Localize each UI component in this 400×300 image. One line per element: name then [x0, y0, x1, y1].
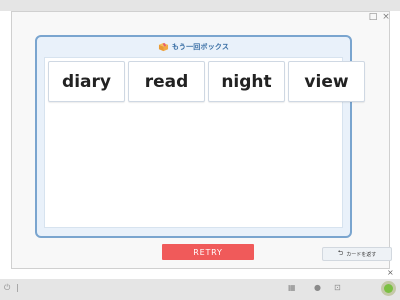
return-cards-button[interactable]: ⮌ カードを返す [322, 247, 392, 261]
word-card-text: diary [62, 71, 111, 92]
return-cards-label: カードを返す [346, 251, 377, 258]
box-icon [158, 42, 168, 52]
word-card[interactable]: night [208, 61, 285, 102]
card-area: diary read night view [44, 57, 365, 228]
retry-button[interactable]: RETRY [162, 244, 254, 260]
status-badge[interactable] [381, 281, 396, 296]
word-card-text: night [221, 71, 272, 92]
screenshot-icon[interactable]: ⊡ [334, 283, 341, 292]
status-indicator-icon [384, 284, 393, 293]
restore-window-icon[interactable]: □ [367, 12, 379, 23]
lock-icon[interactable]: ● [314, 283, 321, 292]
grid-icon[interactable]: ▦ [288, 283, 296, 292]
box-title: もう一回ボックス [171, 43, 230, 51]
return-arrow-icon: ⮌ [337, 248, 344, 257]
word-card-text: view [304, 71, 349, 92]
taskbar-separator: | [16, 283, 19, 292]
word-card[interactable]: diary [48, 61, 125, 102]
word-card[interactable]: read [128, 61, 205, 102]
power-icon[interactable]: ⏻ [4, 283, 10, 293]
close-icon[interactable]: × [387, 268, 394, 277]
retry-box-panel: もう一回ボックス diary read night view [35, 35, 365, 238]
close-window-icon[interactable]: × [380, 12, 392, 23]
card-list: diary read night view [48, 61, 365, 102]
top-bar [0, 0, 400, 11]
word-card[interactable]: view [288, 61, 365, 102]
word-card-text: read [144, 71, 189, 92]
box-header: もう一回ボックス [37, 37, 350, 57]
